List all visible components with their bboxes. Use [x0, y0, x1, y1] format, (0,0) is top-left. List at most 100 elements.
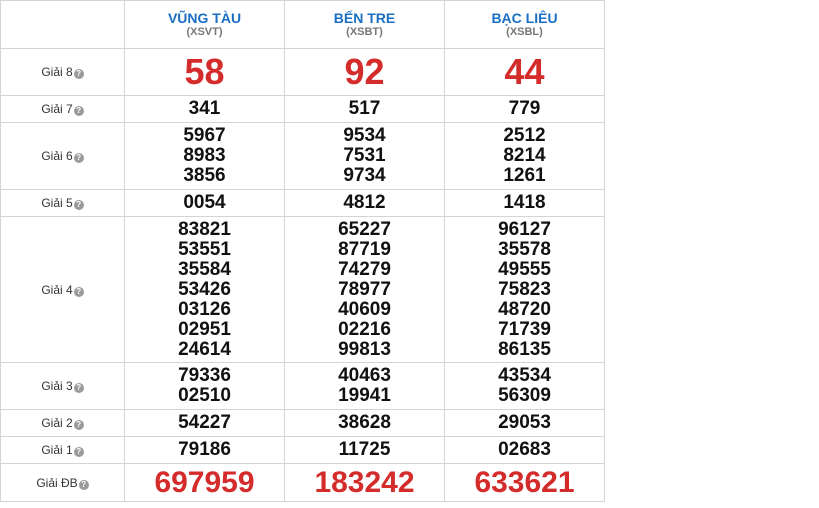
prize-number: 86135	[498, 338, 551, 360]
province-name[interactable]: VŨNG TÀU	[125, 10, 284, 26]
prize-number: 02683	[498, 439, 551, 460]
prize-number: 79336	[178, 365, 231, 386]
prize-number: 44	[504, 51, 545, 92]
prize-label: Giải 4	[41, 282, 73, 297]
prize-number: 183242	[314, 465, 415, 499]
help-icon[interactable]: ?	[73, 447, 84, 457]
prize-number: 03126	[178, 298, 231, 320]
province-code: (XSBL)	[506, 26, 543, 38]
prize-number: 53551	[178, 238, 231, 260]
prize-label-cell: Giải ĐB?	[0, 463, 125, 502]
prize-cell: 11725	[284, 436, 445, 464]
prize-row-g4: Giải 4? 83821 53551 35584 53426 03126 02951 246…	[0, 216, 605, 363]
prize-cell: 02683	[444, 436, 605, 464]
prize-number: 79186	[178, 439, 231, 460]
prize-row-g2: Giải 2? 54227 38628 29053	[0, 409, 605, 437]
prize-number: 02951	[178, 318, 231, 340]
prize-cell: 44	[444, 48, 605, 96]
prize-number: 3856	[183, 165, 226, 186]
prize-label-cell: Giải 2?	[0, 409, 125, 437]
province-name[interactable]: BẾN TRE	[285, 10, 444, 26]
help-icon[interactable]: ?	[73, 153, 84, 163]
prize-cell: 83821 53551 35584 53426 03126 02951 24614	[124, 216, 285, 363]
prize-label: Giải 1	[41, 443, 73, 457]
prize-label: Giải 3	[41, 379, 73, 393]
prize-label: Giải ĐB	[36, 475, 78, 490]
prize-number: 697959	[154, 465, 255, 499]
prize-row-g7: Giải 7? 341 517 779	[0, 95, 605, 123]
prize-row-g3: Giải 3? 79336 02510 40463 19941 43534 56309	[0, 362, 605, 410]
help-icon[interactable]: ?	[73, 200, 84, 210]
prize-cell: 9534 7531 9734	[284, 122, 445, 190]
prize-label-cell: Giải 4?	[0, 216, 125, 363]
lottery-results-table: VŨNG TÀU (XSVT) BẾN TRE (XSBT) BẠC LIÊU …	[0, 0, 605, 502]
prize-number: 35584	[178, 258, 231, 280]
prize-number: 9734	[343, 165, 386, 186]
prize-number: 58	[184, 51, 225, 92]
prize-cell: 96127 35578 49555 75823 48720 71739 86135	[444, 216, 605, 363]
prize-number: 40609	[338, 298, 391, 320]
prize-number: 43534	[498, 365, 551, 386]
prize-number: 29053	[498, 412, 551, 433]
prize-cell: 0054	[124, 189, 285, 217]
prize-number: 65227	[338, 218, 391, 240]
prize-number: 1418	[503, 192, 546, 213]
prize-number: 35578	[498, 238, 551, 260]
province-header-bentre: BẾN TRE (XSBT)	[284, 0, 445, 49]
prize-cell: 79336 02510	[124, 362, 285, 410]
prize-number: 92	[344, 51, 385, 92]
province-name[interactable]: BẠC LIÊU	[445, 10, 604, 26]
prize-number: 24614	[178, 338, 231, 360]
prize-cell: 183242	[284, 463, 445, 502]
help-icon[interactable]: ?	[73, 286, 84, 297]
prize-number: 7531	[343, 145, 386, 166]
prize-cell: 2512 8214 1261	[444, 122, 605, 190]
prize-label: Giải 6	[41, 149, 73, 163]
prize-cell: 341	[124, 95, 285, 123]
prize-number: 8214	[503, 145, 546, 166]
prize-cell: 38628	[284, 409, 445, 437]
help-icon[interactable]: ?	[73, 383, 84, 393]
prize-label: Giải 5	[41, 196, 73, 210]
prize-cell: 29053	[444, 409, 605, 437]
prize-number: 75823	[498, 278, 551, 300]
prize-label-cell: Giải 1?	[0, 436, 125, 464]
prize-cell: 517	[284, 95, 445, 123]
prize-label-cell: Giải 5?	[0, 189, 125, 217]
prize-cell: 40463 19941	[284, 362, 445, 410]
prize-label: Giải 2	[41, 416, 73, 430]
prize-row-gdb: Giải ĐB? 697959 183242 633621	[0, 463, 605, 502]
prize-cell: 5967 8983 3856	[124, 122, 285, 190]
prize-number: 38628	[338, 412, 391, 433]
prize-number: 779	[508, 98, 541, 119]
prize-number: 96127	[498, 218, 551, 240]
prize-number: 99813	[338, 338, 391, 360]
prize-number: 02510	[178, 385, 231, 406]
prize-cell: 79186	[124, 436, 285, 464]
prize-label-cell: Giải 7?	[0, 95, 125, 123]
province-code: (XSVT)	[186, 26, 223, 38]
province-header-vungtau: VŨNG TÀU (XSVT)	[124, 0, 285, 49]
prize-cell: 779	[444, 95, 605, 123]
province-code: (XSBT)	[346, 26, 383, 38]
help-icon[interactable]: ?	[73, 69, 84, 79]
prize-number: 74279	[338, 258, 391, 280]
prize-label: Giải 8	[41, 65, 73, 79]
prize-cell: 43534 56309	[444, 362, 605, 410]
prize-cell: 1418	[444, 189, 605, 217]
help-icon[interactable]: ?	[73, 420, 84, 430]
prize-row-g8: Giải 8? 58 92 44	[0, 48, 605, 96]
prize-cell: 633621	[444, 463, 605, 502]
prize-number: 48720	[498, 298, 551, 320]
prize-number: 5967	[183, 125, 226, 146]
prize-number: 19941	[338, 385, 391, 406]
prize-number: 83821	[178, 218, 231, 240]
help-icon[interactable]: ?	[78, 479, 89, 490]
prize-number: 9534	[343, 125, 386, 146]
prize-label-cell: Giải 3?	[0, 362, 125, 410]
prize-row-g5: Giải 5? 0054 4812 1418	[0, 189, 605, 217]
prize-number: 11725	[338, 439, 391, 460]
prize-number: 341	[188, 98, 221, 119]
help-icon[interactable]: ?	[73, 106, 84, 116]
prize-label-cell: Giải 6?	[0, 122, 125, 190]
